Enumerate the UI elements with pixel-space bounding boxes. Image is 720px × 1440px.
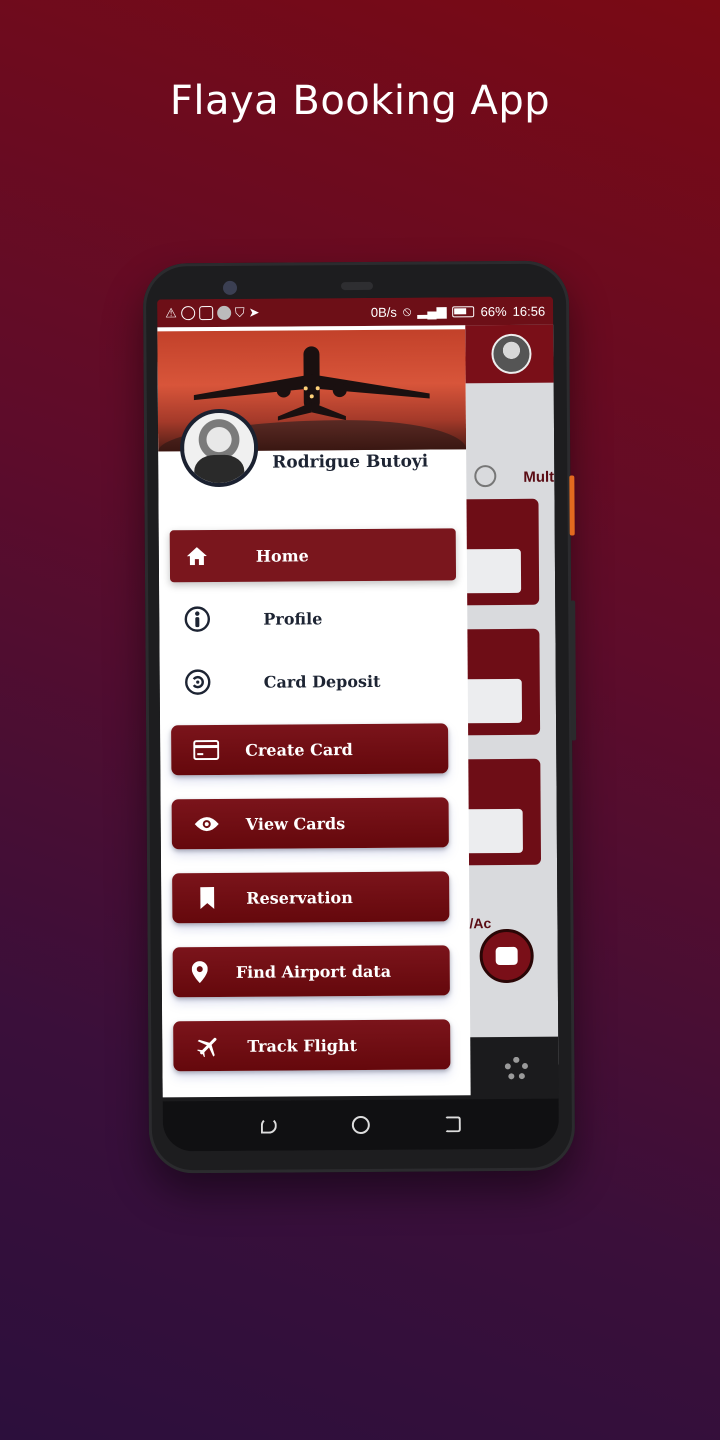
menu-item-label: Card Deposit xyxy=(263,671,381,692)
form-field[interactable] xyxy=(458,548,522,594)
volume-button xyxy=(570,600,577,741)
warning-icon: ⚠ xyxy=(165,305,177,321)
menu-item-find-airport[interactable]: Find Airport data xyxy=(172,945,450,998)
gear-icon[interactable] xyxy=(504,1056,529,1081)
battery-percent: 66% xyxy=(480,303,507,319)
phone-screen: ⚠ ⛉ ➤ 0B/s ⦸ ▂▄▆ 66% 16:56 Mult /Ac Rodr… xyxy=(157,296,560,1152)
eye-icon xyxy=(188,816,226,832)
promo-title: Flaya Booking App xyxy=(169,78,551,124)
trip-option-label: Mult xyxy=(523,468,555,486)
chat-icon xyxy=(495,946,518,966)
vibrate-icon: ⦸ xyxy=(402,303,412,319)
phone-frame: ⚠ ⛉ ➤ 0B/s ⦸ ▂▄▆ 66% 16:56 Mult /Ac Rodr… xyxy=(142,260,577,1174)
home-nav-icon[interactable] xyxy=(351,1115,370,1135)
location-pin-icon xyxy=(181,961,219,984)
recents-icon[interactable] xyxy=(445,1116,462,1133)
menu-item-label: Find Airport data xyxy=(235,961,392,982)
menu-item-label: Reservation xyxy=(246,887,353,908)
menu-item-label: Track Flight xyxy=(247,1035,358,1056)
clock: 16:56 xyxy=(512,303,546,319)
front-camera xyxy=(222,280,238,295)
menu-item-view-cards[interactable]: View Cards xyxy=(171,797,449,850)
battery-icon xyxy=(452,305,475,317)
menu-item-reservation[interactable]: Reservation xyxy=(172,871,450,924)
menu-item-track-flight[interactable]: Track Flight xyxy=(173,1019,451,1072)
signal-icon: ▂▄▆ xyxy=(417,303,447,319)
net-speed: 0B/s xyxy=(370,304,397,320)
form-field[interactable] xyxy=(460,808,523,854)
user-name: Rodrigue Butoyi xyxy=(272,451,429,473)
notification-icons: ⚠ ⛉ ➤ xyxy=(165,305,259,322)
home-icon xyxy=(178,547,216,566)
credit-card-icon xyxy=(187,739,225,761)
status-bar: ⚠ ⛉ ➤ 0B/s ⦸ ▂▄▆ 66% 16:56 xyxy=(157,296,554,328)
menu-item-label: Create Card xyxy=(245,739,353,760)
form-field[interactable] xyxy=(459,678,523,724)
user-avatar[interactable] xyxy=(179,408,259,488)
person-info-icon xyxy=(178,606,216,632)
menu-item-create-card[interactable]: Create Card xyxy=(171,723,449,776)
menu-item-label: Home xyxy=(255,545,309,566)
menu-item-label: Profile xyxy=(263,608,323,629)
whatsapp-icon xyxy=(180,306,195,321)
system-nav-bar xyxy=(162,1098,560,1152)
airplane-icon xyxy=(189,1035,227,1058)
shield-icon: ⛉ xyxy=(234,304,245,320)
header-avatar[interactable] xyxy=(491,333,532,375)
menu-item-card-deposit[interactable]: Card Deposit xyxy=(171,656,457,706)
fab-partial-label: /Ac xyxy=(469,915,492,932)
menu-item-home[interactable]: Home xyxy=(169,528,457,583)
trip-radio-button[interactable] xyxy=(474,465,497,488)
earpiece-speaker xyxy=(340,281,374,291)
back-icon[interactable] xyxy=(260,1117,277,1134)
deposit-icon xyxy=(179,669,217,695)
bookmark-icon xyxy=(188,887,226,910)
menu-item-profile[interactable]: Profile xyxy=(170,593,456,643)
telegram-icon: ➤ xyxy=(248,304,260,320)
navigation-drawer: Rodrigue Butoyi Home Profile Card Deposi… xyxy=(157,325,471,1098)
dot-icon xyxy=(216,305,231,320)
shirt-icon xyxy=(198,306,213,321)
chat-fab-button[interactable] xyxy=(479,928,534,984)
power-button xyxy=(569,475,575,536)
menu-item-label: View Cards xyxy=(245,813,346,834)
